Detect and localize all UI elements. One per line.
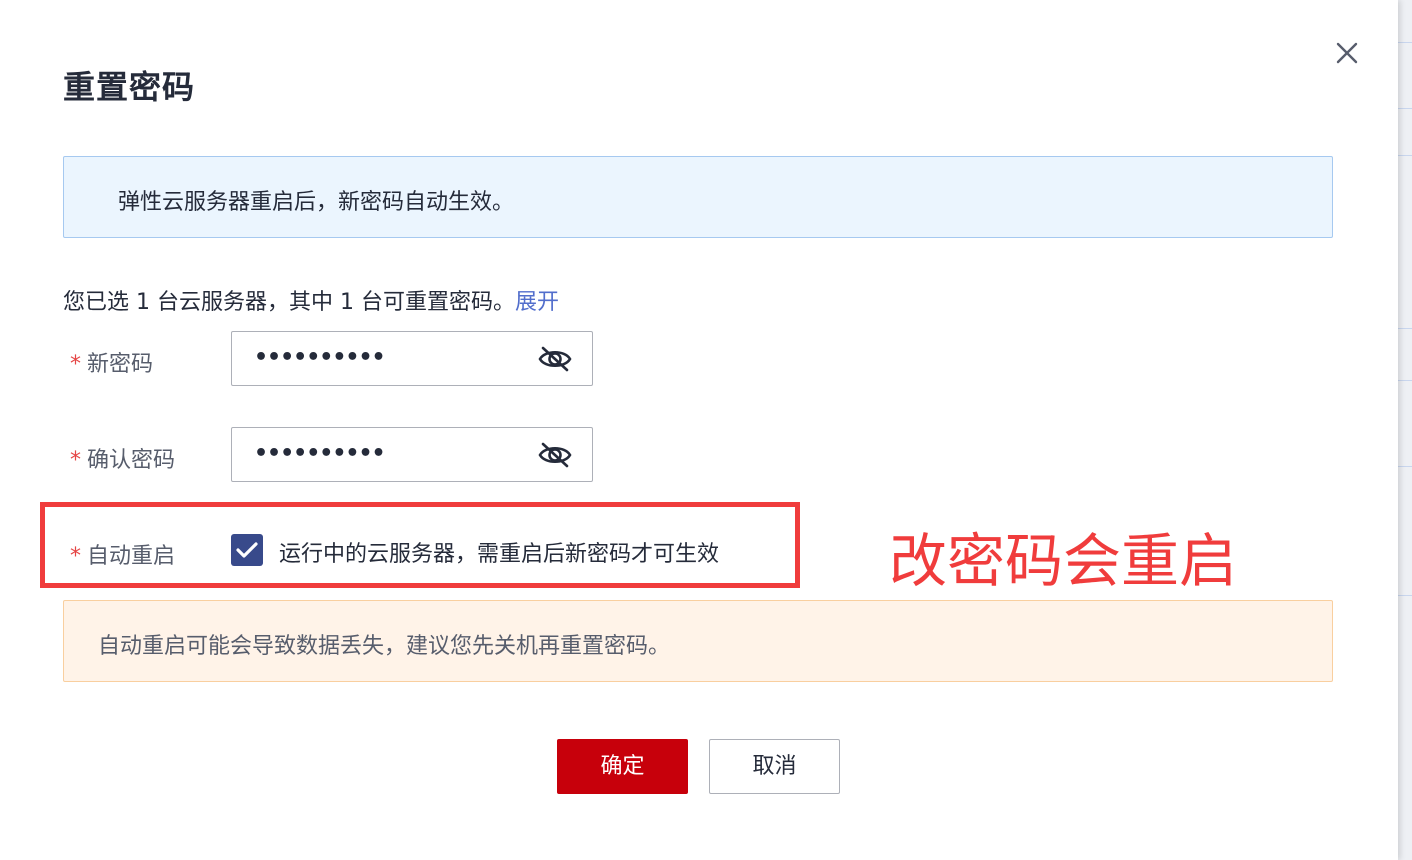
new-password-value: •••••••••• (254, 345, 386, 370)
new-password-label-text: 新密码 (87, 352, 154, 377)
auto-restart-label-text: 自动重启 (87, 544, 176, 569)
backdrop-divider (1398, 380, 1412, 381)
auto-restart-checkbox[interactable] (231, 534, 263, 566)
warning-alert: 自动重启可能会导致数据丢失，建议您先关机再重置密码。 (63, 600, 1333, 682)
close-icon[interactable] (1330, 36, 1362, 68)
confirm-password-label: * 确认密码 (70, 442, 175, 474)
confirm-button[interactable]: 确定 (557, 739, 688, 794)
backdrop-divider (1398, 42, 1412, 43)
confirm-password-input[interactable]: •••••••••• (231, 427, 593, 482)
warning-alert-text: 自动重启可能会导致数据丢失，建议您先关机再重置密码。 (98, 634, 671, 659)
required-mark: * (70, 352, 81, 377)
required-mark: * (70, 448, 81, 473)
annotation-note: 改密码会重启 (889, 527, 1238, 595)
backdrop-divider (1398, 108, 1412, 109)
confirm-password-value: •••••••••• (254, 441, 386, 466)
required-mark: * (70, 544, 81, 569)
cancel-button[interactable]: 取消 (709, 739, 840, 794)
backdrop-divider (1398, 595, 1412, 596)
expand-link[interactable]: 展开 (515, 290, 559, 315)
selection-summary: 您已选 1 台云服务器，其中 1 台可重置密码。展开 (63, 284, 559, 316)
info-alert: 弹性云服务器重启后，新密码自动生效。 (63, 156, 1333, 238)
new-password-input[interactable]: •••••••••• (231, 331, 593, 386)
backdrop-divider (1398, 328, 1412, 329)
reset-password-dialog: 重置密码 弹性云服务器重启后，新密码自动生效。 您已选 1 台云服务器，其中 1… (0, 0, 1398, 860)
checkmark-icon (236, 542, 258, 558)
auto-restart-label: * 自动重启 (70, 538, 175, 570)
dialog-title: 重置密码 (63, 68, 196, 106)
info-alert-text: 弹性云服务器重启后，新密码自动生效。 (118, 190, 515, 215)
eye-off-icon[interactable] (538, 441, 572, 469)
selection-summary-text: 您已选 1 台云服务器，其中 1 台可重置密码。 (63, 290, 515, 315)
eye-off-icon[interactable] (538, 345, 572, 373)
backdrop-divider (1398, 155, 1412, 156)
auto-restart-checkbox-text: 运行中的云服务器，需重启后新密码才可生效 (279, 542, 720, 567)
new-password-label: * 新密码 (70, 346, 153, 378)
page-backdrop (1398, 0, 1412, 860)
backdrop-divider (1398, 466, 1412, 467)
confirm-password-label-text: 确认密码 (87, 448, 176, 473)
